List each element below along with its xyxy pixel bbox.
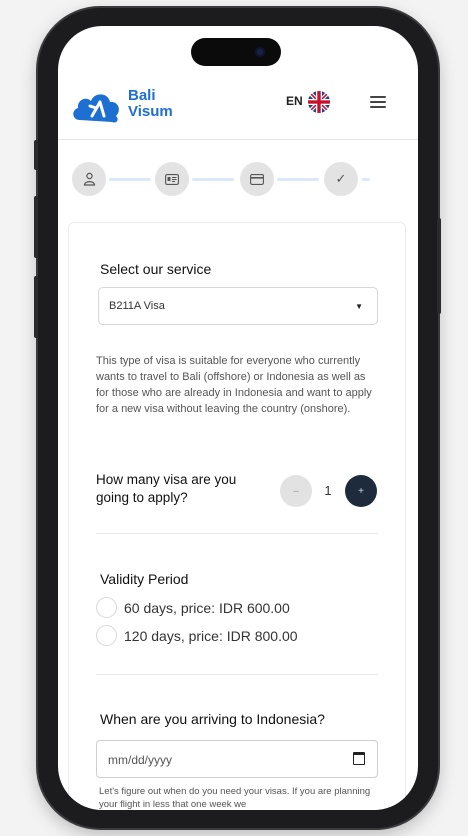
arrival-hint: Let's figure out when do you need your v… — [99, 786, 371, 810]
phone-power-button — [437, 218, 441, 314]
id-card-icon — [165, 173, 179, 185]
hamburger-menu-icon[interactable] — [370, 96, 386, 108]
service-selected-value: B211A Visa — [109, 300, 165, 312]
phone-silent-switch — [34, 140, 38, 170]
quantity-value: 1 — [324, 483, 332, 498]
language-code[interactable]: EN — [286, 94, 303, 108]
arrival-date-placeholder: mm/dd/yyyy — [108, 753, 173, 767]
step-connector — [277, 178, 319, 181]
user-icon — [83, 172, 95, 186]
validity-title: Validity Period — [100, 571, 189, 587]
brand-name-line1: Bali — [128, 87, 156, 104]
calendar-icon[interactable] — [353, 752, 365, 765]
check-icon: ✓ — [335, 171, 347, 186]
validity-option-label: 120 days, price: IDR 800.00 — [124, 627, 298, 644]
radio-button[interactable] — [96, 597, 117, 618]
progress-stepper: ✓ — [58, 162, 418, 202]
section-divider — [96, 674, 378, 675]
visa-form-card: Select our service B211A Visa ▼ This typ… — [68, 222, 406, 810]
uk-flag-icon[interactable] — [308, 91, 330, 113]
step-documents[interactable] — [155, 162, 189, 196]
service-title: Select our service — [100, 261, 212, 277]
arrival-date-input[interactable]: mm/dd/yyyy — [96, 740, 378, 778]
phone-volume-down-button — [34, 276, 38, 338]
phone-volume-up-button — [34, 196, 38, 258]
caret-down-icon: ▼ — [355, 302, 363, 311]
step-confirmation[interactable]: ✓ — [324, 162, 358, 196]
payment-card-icon — [250, 173, 264, 185]
step-connector — [192, 178, 234, 181]
step-connector-tail — [362, 178, 370, 181]
service-description: This type of visa is suitable for everyo… — [96, 355, 372, 415]
service-select[interactable]: B211A Visa ▼ — [98, 287, 378, 325]
arrival-title: When are you arriving to Indonesia? — [100, 711, 325, 727]
screen: Bali Visum EN ✓ Select our service B211A… — [58, 26, 418, 810]
step-connector — [109, 178, 151, 181]
front-camera — [255, 47, 265, 57]
validity-option-120-days[interactable]: 120 days, price: IDR 800.00 — [96, 625, 298, 646]
step-payment[interactable] — [240, 162, 274, 196]
step-personal[interactable] — [72, 162, 106, 196]
decrease-quantity-button[interactable]: – — [280, 475, 312, 507]
cloud-logo-icon[interactable] — [70, 86, 126, 126]
validity-option-60-days[interactable]: 60 days, price: IDR 600.00 — [96, 597, 290, 618]
brand-name-line2: Visum — [128, 103, 173, 120]
site-header: Bali Visum EN — [58, 82, 418, 140]
section-divider — [96, 533, 378, 534]
dynamic-island — [191, 38, 281, 66]
quantity-label: How many visa are you going to apply? — [96, 472, 237, 505]
validity-option-label: 60 days, price: IDR 600.00 — [124, 599, 290, 616]
radio-button[interactable] — [96, 625, 117, 646]
brand-name[interactable]: Bali Visum — [128, 88, 173, 120]
increase-quantity-button[interactable]: + — [345, 475, 377, 507]
